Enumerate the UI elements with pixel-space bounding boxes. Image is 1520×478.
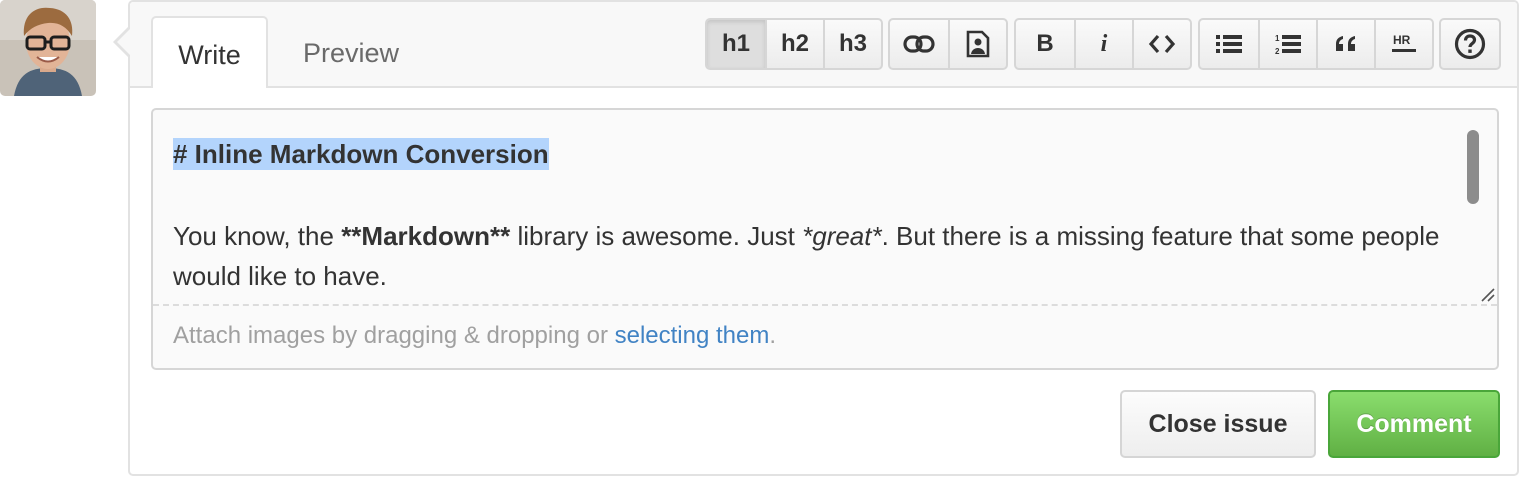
- svg-text:HR: HR: [1393, 33, 1411, 47]
- format-button-group: B i: [1014, 18, 1192, 70]
- comment-form: Write Preview h1 h2 h3 B i 1 2 HR # Inli…: [128, 0, 1519, 476]
- selected-heading-text: # Inline Markdown Conversion: [173, 138, 549, 170]
- heading-button-group: h1 h2 h3: [705, 18, 883, 70]
- code-button[interactable]: [1132, 20, 1190, 68]
- svg-text:2: 2: [1275, 47, 1280, 55]
- tab-preview[interactable]: Preview: [280, 16, 422, 88]
- help-button-group: [1439, 18, 1501, 70]
- italic-button[interactable]: i: [1074, 20, 1132, 68]
- comment-body-text: You know, the **Markdown** library is aw…: [173, 221, 1440, 291]
- image-icon: [966, 30, 990, 58]
- link-button[interactable]: [890, 20, 948, 68]
- user-avatar-photo: [0, 0, 96, 96]
- h2-button[interactable]: h2: [765, 20, 823, 68]
- close-issue-button[interactable]: Close issue: [1120, 390, 1316, 458]
- code-icon: [1148, 34, 1176, 54]
- h3-button[interactable]: h3: [823, 20, 881, 68]
- attach-images-hint: Attach images by dragging & dropping or …: [173, 322, 777, 349]
- resize-grip-icon[interactable]: [1481, 288, 1495, 302]
- svg-text:1: 1: [1275, 34, 1280, 43]
- help-button[interactable]: [1441, 20, 1499, 68]
- comment-textarea[interactable]: # Inline Markdown Conversion You know, t…: [153, 110, 1497, 306]
- insert-button-group: [888, 18, 1008, 70]
- unordered-list-button[interactable]: [1200, 20, 1258, 68]
- block-button-group: 1 2 HR: [1198, 18, 1434, 70]
- ordered-list-button[interactable]: 1 2: [1258, 20, 1316, 68]
- comment-editor: # Inline Markdown Conversion You know, t…: [151, 108, 1499, 370]
- bold-button[interactable]: B: [1016, 20, 1074, 68]
- avatar[interactable]: [0, 0, 96, 96]
- quote-icon: [1336, 36, 1355, 51]
- link-icon: [903, 35, 935, 53]
- image-button[interactable]: [948, 20, 1006, 68]
- scrollbar-thumb[interactable]: [1467, 130, 1479, 204]
- unordered-list-icon: [1216, 35, 1242, 53]
- editor-header: Write Preview h1 h2 h3 B i 1 2 HR: [130, 2, 1517, 88]
- comment-button[interactable]: Comment: [1328, 390, 1500, 458]
- comment-pointer-fill: [117, 28, 131, 56]
- horizontal-rule-icon: HR: [1392, 33, 1416, 52]
- help-icon: [1454, 28, 1486, 60]
- h1-button[interactable]: h1: [707, 20, 765, 68]
- horizontal-rule-button[interactable]: HR: [1374, 20, 1432, 68]
- tab-write[interactable]: Write: [151, 16, 268, 88]
- ordered-list-icon: 1 2: [1275, 34, 1301, 55]
- select-files-link[interactable]: selecting them: [615, 322, 770, 349]
- quote-button[interactable]: [1316, 20, 1374, 68]
